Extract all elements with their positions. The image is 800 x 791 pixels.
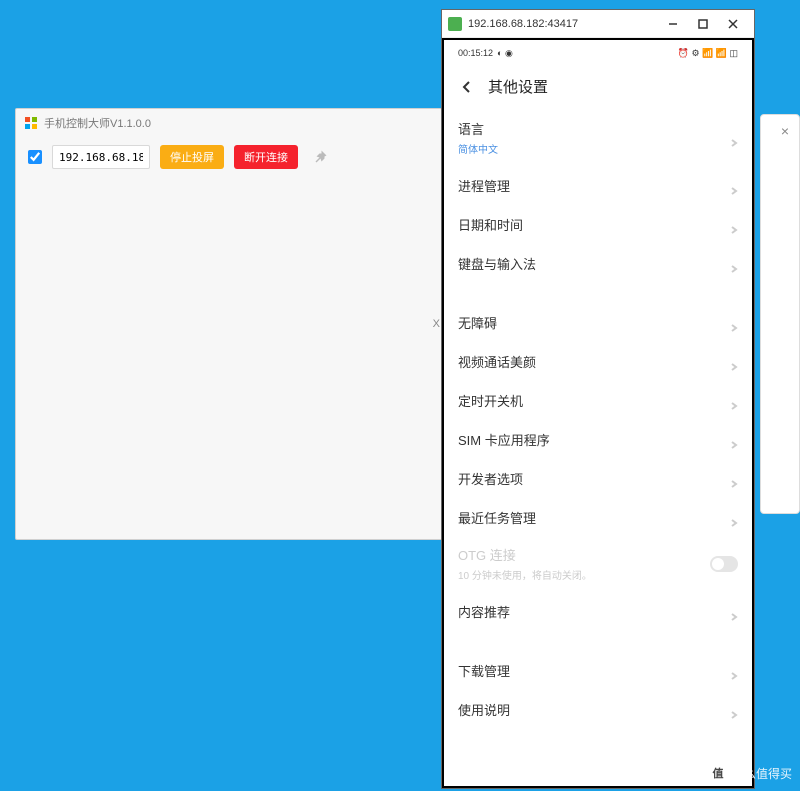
chevron-right-icon [730,260,738,268]
pin-icon[interactable] [312,149,328,165]
setting-label: 进程管理 [458,176,510,195]
device-checkbox[interactable] [28,150,42,164]
control-titlebar[interactable]: 手机控制大师V1.1.0.0 [16,109,444,137]
chevron-right-icon [730,182,738,190]
setting-label: 视频通话美颜 [458,352,536,371]
setting-label: 使用说明 [458,700,510,719]
setting-label: 内容推荐 [458,602,510,621]
setting-sublabel: 简体中文 [458,141,498,156]
ip-input[interactable] [52,145,150,169]
chevron-right-icon [730,706,738,714]
setting-item[interactable]: 最近任务管理 [458,498,738,537]
app-icon [24,116,38,130]
setting-label: 无障碍 [458,313,497,332]
phone-window-title: 192.168.68.182:43417 [468,18,658,30]
side-x-label: X [433,318,440,330]
setting-sublabel: 10 分钟未使用，将自动关闭。 [458,567,592,582]
control-toolbar: 停止投屏 断开连接 [16,137,444,177]
chevron-right-icon [730,358,738,366]
background-window: × [760,114,800,514]
setting-item[interactable]: SIM 卡应用程序 [458,420,738,459]
setting-item[interactable]: 无障碍 [458,303,738,342]
minimize-button[interactable] [658,14,688,34]
chevron-right-icon [730,436,738,444]
status-left: 00:15:12 ◐ ◉ [458,48,513,59]
disconnect-button[interactable]: 断开连接 [234,145,298,169]
setting-item[interactable]: 视频通话美颜 [458,342,738,381]
scrcpy-icon [448,17,462,31]
control-window: 手机控制大师V1.1.0.0 停止投屏 断开连接 X [15,108,445,540]
chevron-right-icon [730,667,738,675]
setting-item[interactable]: 语言简体中文 [458,111,738,166]
setting-item[interactable]: 使用说明 [458,690,738,729]
chevron-right-icon [730,475,738,483]
chevron-right-icon [730,397,738,405]
control-title: 手机控制大师V1.1.0.0 [44,115,151,131]
stop-mirror-button[interactable]: 停止投屏 [160,145,224,169]
phone-page-header: 其他设置 [444,66,752,111]
setting-item[interactable]: 进程管理 [458,166,738,205]
setting-item[interactable]: 下载管理 [458,651,738,690]
watermark: 值 什么值得买 [708,763,792,783]
chevron-right-icon [730,134,738,142]
watermark-text: 什么值得买 [732,765,792,782]
phone-body: 00:15:12 ◐ ◉ ⏰ ⚙ 📶 📶 ◫ 其他设置 语言简体中文进程管理日期… [442,38,754,788]
chevron-right-icon [730,514,738,522]
setting-label: 语言 [458,119,498,138]
setting-item[interactable]: 日期和时间 [458,205,738,244]
phone-screen[interactable]: 00:15:12 ◐ ◉ ⏰ ⚙ 📶 📶 ◫ 其他设置 语言简体中文进程管理日期… [444,40,752,786]
setting-label: 最近任务管理 [458,508,536,527]
bg-close-button[interactable]: × [781,123,789,139]
setting-label: 键盘与输入法 [458,254,536,273]
setting-item: OTG 连接 10 分钟未使用，将自动关闭。 [458,537,738,592]
chevron-right-icon [730,608,738,616]
chevron-right-icon [730,221,738,229]
phone-mirror-window: 192.168.68.182:43417 00:15:12 ◐ ◉ ⏰ ⚙ 📶 … [441,9,755,789]
page-title: 其他设置 [488,76,548,97]
setting-item[interactable]: 定时开关机 [458,381,738,420]
phone-status-bar: 00:15:12 ◐ ◉ ⏰ ⚙ 📶 📶 ◫ [444,40,752,66]
status-right-icons: ⏰ ⚙ 📶 📶 ◫ [678,48,738,59]
setting-label: 日期和时间 [458,215,523,234]
toggle-switch [710,556,738,572]
setting-label: 定时开关机 [458,391,523,410]
setting-label: 下载管理 [458,661,510,680]
setting-label: OTG 连接 [458,545,592,564]
setting-label: 开发者选项 [458,469,523,488]
maximize-button[interactable] [688,14,718,34]
setting-item[interactable]: 开发者选项 [458,459,738,498]
setting-label: SIM 卡应用程序 [458,430,550,449]
setting-item[interactable]: 内容推荐 [458,592,738,631]
chevron-right-icon [730,319,738,327]
setting-item[interactable]: 键盘与输入法 [458,244,738,283]
phone-titlebar[interactable]: 192.168.68.182:43417 [442,10,754,38]
back-button[interactable] [458,78,476,96]
status-time: 00:15:12 [458,48,493,58]
settings-list: 语言简体中文进程管理日期和时间键盘与输入法 无障碍视频通话美颜定时开关机 SIM … [444,111,752,729]
status-left-icons: ◐ ◉ [497,48,513,59]
watermark-icon: 值 [708,763,728,783]
close-button[interactable] [718,14,748,34]
